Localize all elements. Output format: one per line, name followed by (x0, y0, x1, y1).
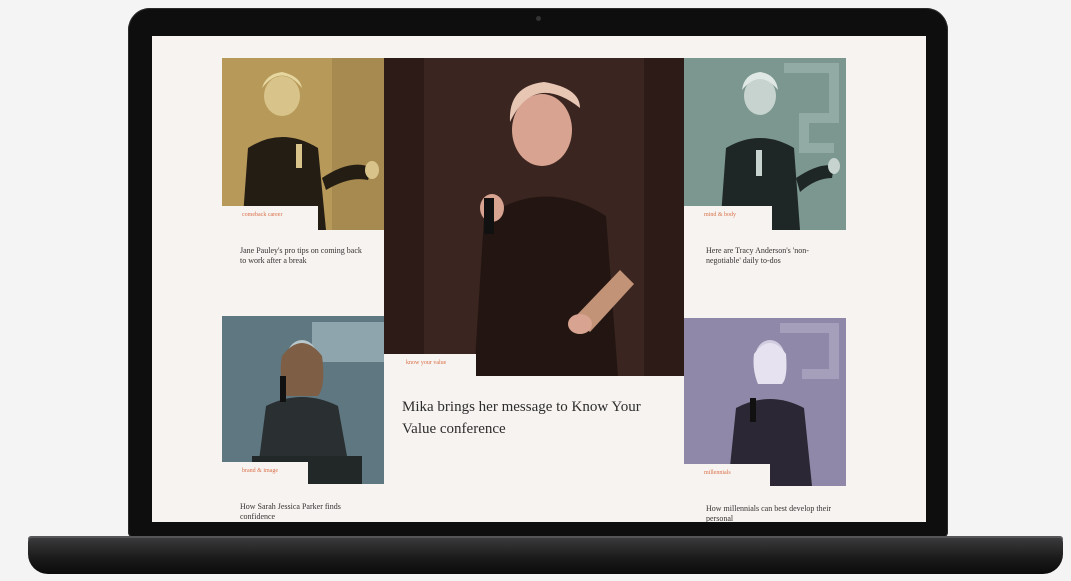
article-tag-bottom-right[interactable]: millennials (684, 464, 770, 486)
webcam (536, 16, 541, 21)
article-tag-featured[interactable]: know your value (384, 354, 476, 376)
article-tag-bottom-left[interactable]: brand & image (222, 462, 308, 484)
article-tag-top-right[interactable]: mind & body (684, 206, 772, 230)
article-headline-bottom-left[interactable]: How Sarah Jessica Parker finds confidenc… (240, 502, 370, 522)
article-tag-top-left[interactable]: comeback career (222, 206, 318, 230)
article-photo-bottom-left[interactable] (222, 316, 384, 484)
laptop-base (28, 538, 1063, 574)
article-headline-top-left[interactable]: Jane Pauley's pro tips on coming back to… (240, 246, 370, 266)
article-photo-top-left[interactable] (222, 58, 384, 230)
article-photo-featured[interactable] (384, 58, 684, 376)
article-photo-top-right[interactable] (684, 58, 846, 230)
article-photo-bottom-right[interactable] (684, 318, 846, 486)
article-headline-top-right[interactable]: Here are Tracy Anderson's 'non-negotiabl… (706, 246, 836, 266)
article-headline-featured[interactable]: Mika brings her message to Know Your Val… (402, 396, 662, 440)
article-headline-bottom-right[interactable]: How millennials can best develop their p… (706, 504, 836, 522)
laptop-screen: comeback career Jane Pauley's pro tips o… (152, 36, 926, 522)
